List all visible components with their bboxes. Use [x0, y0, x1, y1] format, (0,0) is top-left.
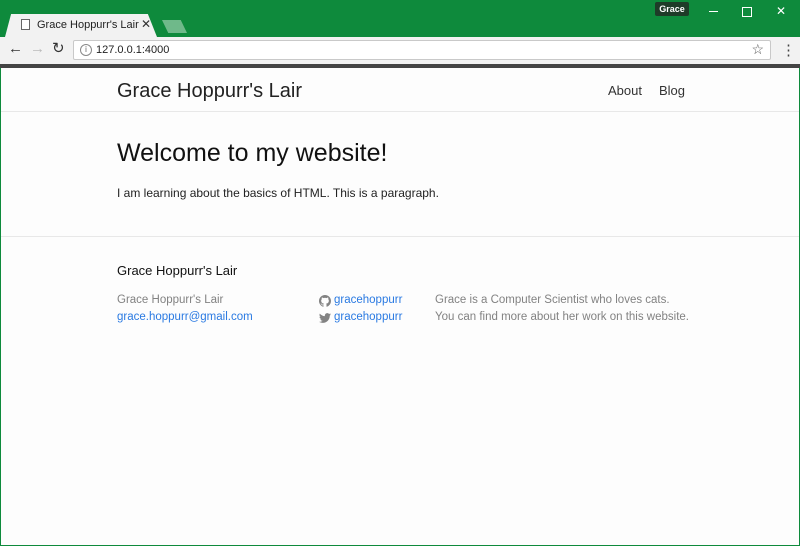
tab-close-icon[interactable]: ✕ — [141, 17, 151, 31]
page-heading: Welcome to my website! — [117, 139, 388, 167]
menu-kebab-icon[interactable]: ⋮ — [781, 41, 796, 59]
forward-arrow-icon[interactable]: → — [30, 40, 45, 57]
document-icon — [21, 19, 30, 30]
footer-description-line-1: Grace is a Computer Scientist who loves … — [435, 294, 670, 306]
footer-email-link[interactable]: grace.hoppurr@gmail.com — [117, 311, 253, 323]
minimize-button[interactable] — [697, 2, 729, 20]
page-viewport: Grace Hoppurr's Lair About Blog Welcome … — [1, 68, 799, 545]
bookmark-star-icon[interactable]: ☆ — [751, 41, 764, 58]
close-window-button[interactable]: ✕ — [765, 2, 797, 20]
info-icon[interactable]: i — [80, 44, 92, 56]
browser-titlebar: Grace Hoppurr's Lair ✕ Grace ✕ — [0, 0, 800, 37]
footer-divider — [1, 236, 799, 237]
footer-site-name: Grace Hoppurr's Lair — [117, 294, 224, 306]
maximize-icon — [742, 6, 752, 17]
site-title-link[interactable]: Grace Hoppurr's Lair — [117, 80, 302, 103]
reload-icon[interactable]: ↻ — [52, 39, 65, 57]
back-arrow-icon[interactable]: ← — [8, 40, 23, 57]
url-text[interactable]: 127.0.0.1:4000 — [96, 44, 169, 56]
footer-description-line-2: You can find more about her work on this… — [435, 311, 689, 323]
new-tab-button[interactable] — [162, 20, 187, 33]
twitter-link[interactable]: gracehoppurr — [334, 311, 402, 323]
twitter-icon — [319, 313, 331, 323]
address-bar[interactable]: i 127.0.0.1:4000 ☆ — [73, 40, 771, 60]
tab-title: Grace Hoppurr's Lair — [37, 19, 139, 31]
site-header: Grace Hoppurr's Lair About Blog — [1, 68, 799, 112]
github-link[interactable]: gracehoppurr — [334, 294, 402, 306]
nav-about-link[interactable]: About — [608, 83, 642, 98]
profile-badge[interactable]: Grace — [655, 2, 689, 16]
browser-toolbar: ← → ↻ i 127.0.0.1:4000 ☆ ⋮ — [0, 37, 800, 64]
intro-paragraph: I am learning about the basics of HTML. … — [117, 186, 439, 200]
footer-heading: Grace Hoppurr's Lair — [117, 263, 238, 278]
nav-blog-link[interactable]: Blog — [659, 83, 685, 98]
github-icon — [319, 295, 331, 307]
browser-tab[interactable]: Grace Hoppurr's Lair ✕ — [5, 14, 157, 37]
maximize-button[interactable] — [731, 2, 763, 20]
minimize-icon — [708, 11, 718, 13]
